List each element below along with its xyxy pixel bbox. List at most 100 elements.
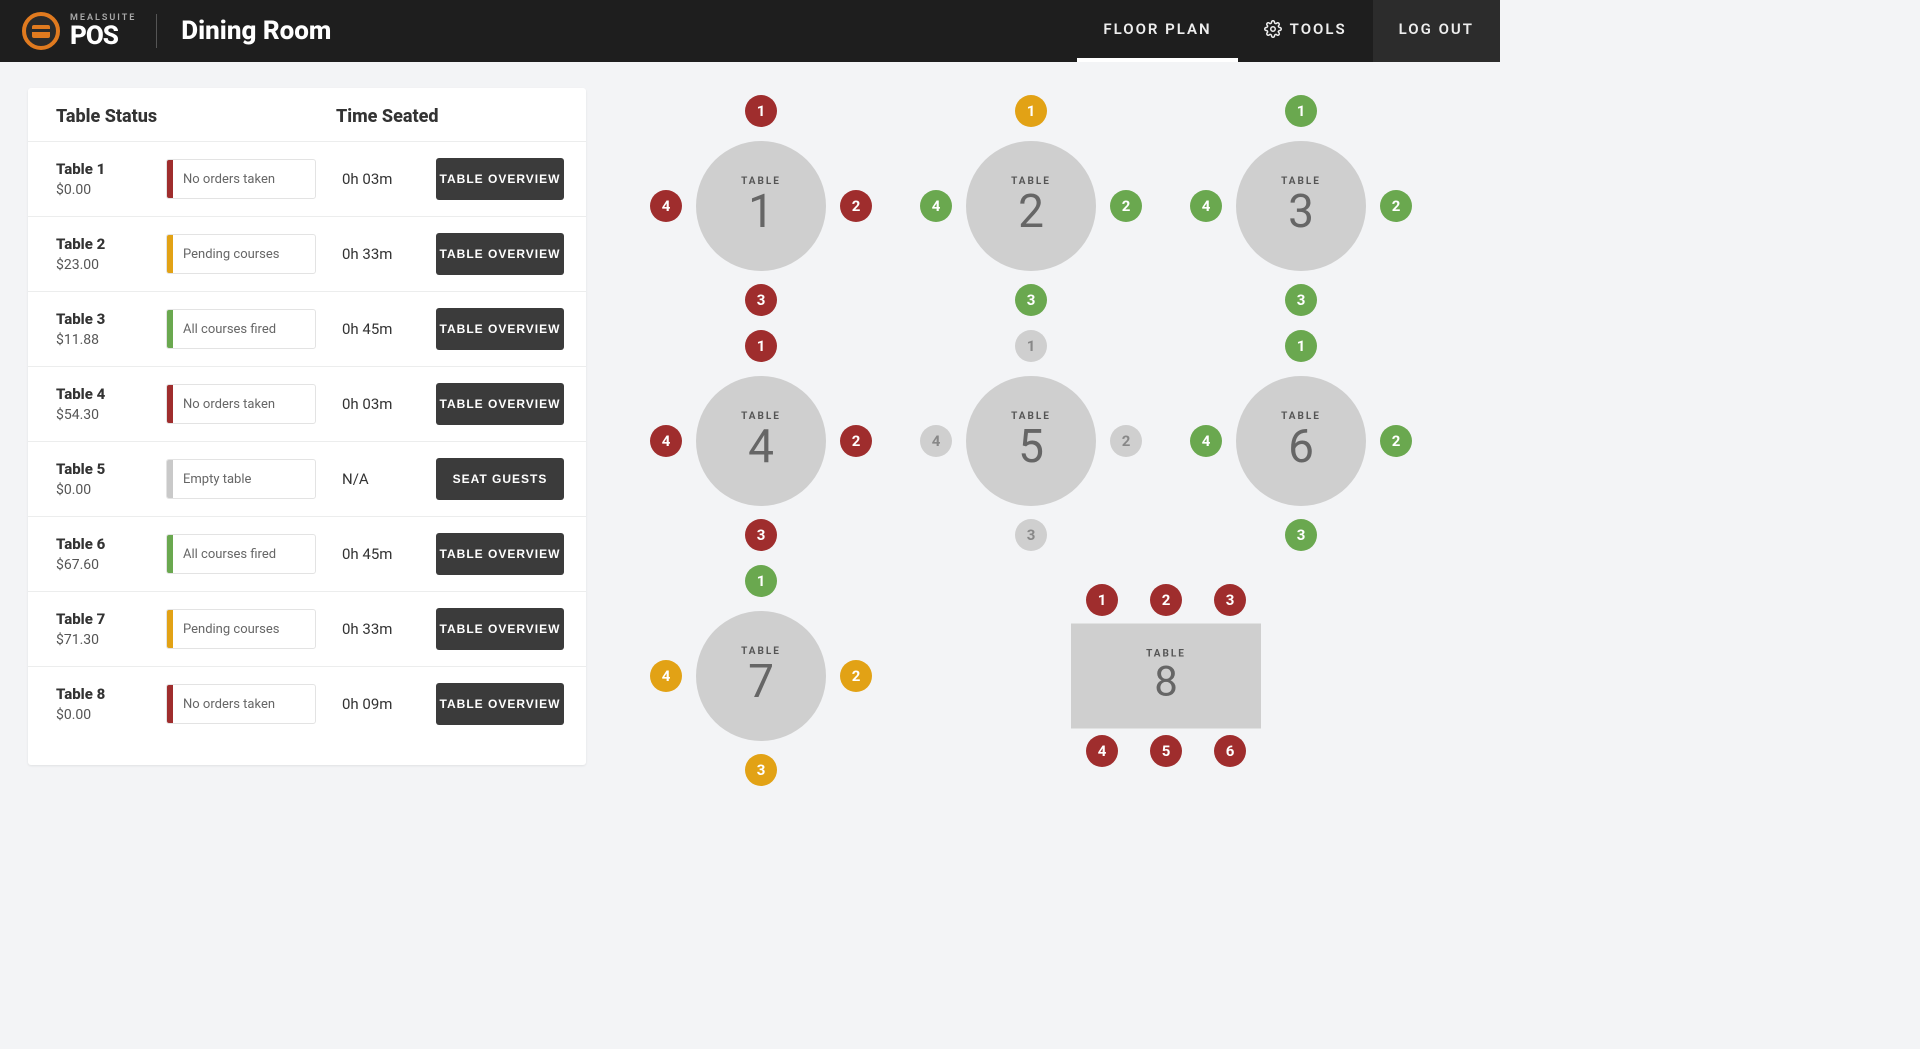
seat[interactable]: 3 — [1214, 584, 1246, 616]
seat[interactable]: 3 — [1285, 284, 1317, 316]
seat[interactable]: 2 — [1380, 190, 1412, 222]
col-header-status: Table Status — [56, 106, 336, 127]
seat[interactable]: 4 — [650, 425, 682, 457]
seat[interactable]: 4 — [1190, 425, 1222, 457]
table-row: Table 3$11.88All courses fired0h 45mTABL… — [28, 291, 586, 366]
seat[interactable]: 1 — [1285, 330, 1317, 362]
brand-bottom: POS — [70, 23, 136, 49]
table-action-button[interactable]: TABLE OVERVIEW — [436, 233, 564, 275]
seat[interactable]: 3 — [1015, 284, 1047, 316]
floor-table[interactable]: TABLE2 1 2 3 4 — [896, 88, 1166, 323]
table-name: Table 2 — [56, 235, 166, 253]
divider — [156, 14, 157, 48]
table-circle[interactable]: TABLE5 — [966, 376, 1096, 506]
status-chip: No orders taken — [166, 684, 316, 724]
time-seated: 0h 45m — [342, 545, 428, 563]
floor-table[interactable]: TABLE6 1 2 3 4 — [1166, 323, 1436, 558]
table-name: Table 6 — [56, 535, 166, 553]
nav-logout-label: LOG OUT — [1399, 20, 1474, 38]
seat[interactable]: 4 — [650, 190, 682, 222]
floor-table[interactable]: TABLE4 1 2 3 4 — [626, 323, 896, 558]
status-label: All courses fired — [173, 535, 276, 573]
table-action-button[interactable]: TABLE OVERVIEW — [436, 533, 564, 575]
table-action-button[interactable]: TABLE OVERVIEW — [436, 383, 564, 425]
status-chip: All courses fired — [166, 534, 316, 574]
status-label: Empty table — [173, 460, 251, 498]
table-number: 4 — [748, 424, 774, 470]
table-action-button[interactable]: TABLE OVERVIEW — [436, 308, 564, 350]
table-action-button[interactable]: TABLE OVERVIEW — [436, 608, 564, 650]
table-circle[interactable]: TABLE7 — [696, 611, 826, 741]
seat[interactable]: 2 — [1110, 190, 1142, 222]
nav-logout[interactable]: LOG OUT — [1373, 0, 1500, 62]
floor-table[interactable]: TABLE7 1 2 3 4 — [626, 558, 896, 793]
seat[interactable]: 2 — [840, 425, 872, 457]
table-number: 5 — [1018, 424, 1044, 470]
seat[interactable]: 3 — [745, 754, 777, 786]
status-chip: No orders taken — [166, 384, 316, 424]
seat[interactable]: 6 — [1214, 735, 1246, 767]
table-info: Table 6$67.60 — [56, 535, 166, 573]
seat[interactable]: 2 — [840, 660, 872, 692]
status-chip: Empty table — [166, 459, 316, 499]
table-row: Table 7$71.30Pending courses0h 33mTABLE … — [28, 591, 586, 666]
status-chip: Pending courses — [166, 234, 316, 274]
seat[interactable]: 1 — [745, 95, 777, 127]
time-seated: 0h 45m — [342, 320, 428, 338]
table-row: Table 6$67.60All courses fired 0h 45m TABL… — [28, 516, 586, 591]
table-status-panel: Table Status Time Seated Table 1$0.00 No … — [28, 88, 586, 765]
seat[interactable]: 2 — [1150, 584, 1182, 616]
seat[interactable]: 1 — [1285, 95, 1317, 127]
seat[interactable]: 2 — [840, 190, 872, 222]
floor-table[interactable]: TABLE11234 — [626, 88, 896, 323]
table-action-button[interactable]: TABLE OVERVIEW — [436, 683, 564, 725]
seat[interactable]: 1 — [745, 565, 777, 597]
floor-table-rect[interactable]: TABLE8 123 456 — [896, 558, 1436, 793]
table-price: $23.00 — [56, 257, 166, 273]
table-circle[interactable]: TABLE1 — [696, 141, 826, 271]
floor-table[interactable]: TABLE3 1 2 3 4 — [1166, 88, 1436, 323]
table-name: Table 8 — [56, 685, 166, 703]
table-price: $0.00 — [56, 707, 166, 723]
seat[interactable]: 1 — [1086, 584, 1118, 616]
status-label: No orders taken — [173, 385, 275, 423]
nav-tools[interactable]: TOOLS — [1238, 0, 1373, 62]
seat[interactable]: 1 — [1015, 330, 1047, 362]
gear-icon — [1264, 20, 1282, 38]
seat[interactable]: 4 — [920, 190, 952, 222]
table-price: $54.30 — [56, 407, 166, 423]
status-label: Pending courses — [173, 235, 280, 273]
col-header-time: Time Seated — [336, 106, 558, 127]
seat[interactable]: 1 — [745, 330, 777, 362]
seat[interactable]: 3 — [745, 519, 777, 551]
table-circle[interactable]: TABLE4 — [696, 376, 826, 506]
table-info: Table 1$0.00 — [56, 160, 166, 198]
table-action-button[interactable]: TABLE OVERVIEW — [436, 158, 564, 200]
table-number: 1 — [748, 189, 774, 235]
table-row: Table 2$23.00Pending courses0h 33mTABLE … — [28, 216, 586, 291]
table-rect[interactable]: TABLE8 — [1071, 623, 1261, 728]
seat[interactable]: 3 — [1015, 519, 1047, 551]
table-circle[interactable]: TABLE3 — [1236, 141, 1366, 271]
table-circle[interactable]: TABLE2 — [966, 141, 1096, 271]
seat[interactable]: 4 — [650, 660, 682, 692]
seat[interactable]: 4 — [920, 425, 952, 457]
table-name: Table 4 — [56, 385, 166, 403]
table-circle[interactable]: TABLE6 — [1236, 376, 1366, 506]
nav-floor-plan[interactable]: FLOOR PLAN — [1077, 0, 1237, 62]
floor-table[interactable]: TABLE5 1 2 3 4 — [896, 323, 1166, 558]
time-seated: N/A — [342, 470, 428, 488]
seat[interactable]: 5 — [1150, 735, 1182, 767]
seat[interactable]: 2 — [1380, 425, 1412, 457]
seat[interactable]: 3 — [1285, 519, 1317, 551]
table-info: Table 8 $0.00 — [56, 685, 166, 723]
seat[interactable]: 3 — [745, 284, 777, 316]
seat[interactable]: 4 — [1190, 190, 1222, 222]
seat[interactable]: 1 — [1015, 95, 1047, 127]
table-action-button[interactable]: SEAT GUESTS — [436, 458, 564, 500]
table-info: Table 2 $23.00 — [56, 235, 166, 273]
logo-text: MEALSUITE POS — [70, 14, 136, 49]
table-price: $71.30 — [56, 632, 166, 648]
seat[interactable]: 4 — [1086, 735, 1118, 767]
seat[interactable]: 2 — [1110, 425, 1142, 457]
